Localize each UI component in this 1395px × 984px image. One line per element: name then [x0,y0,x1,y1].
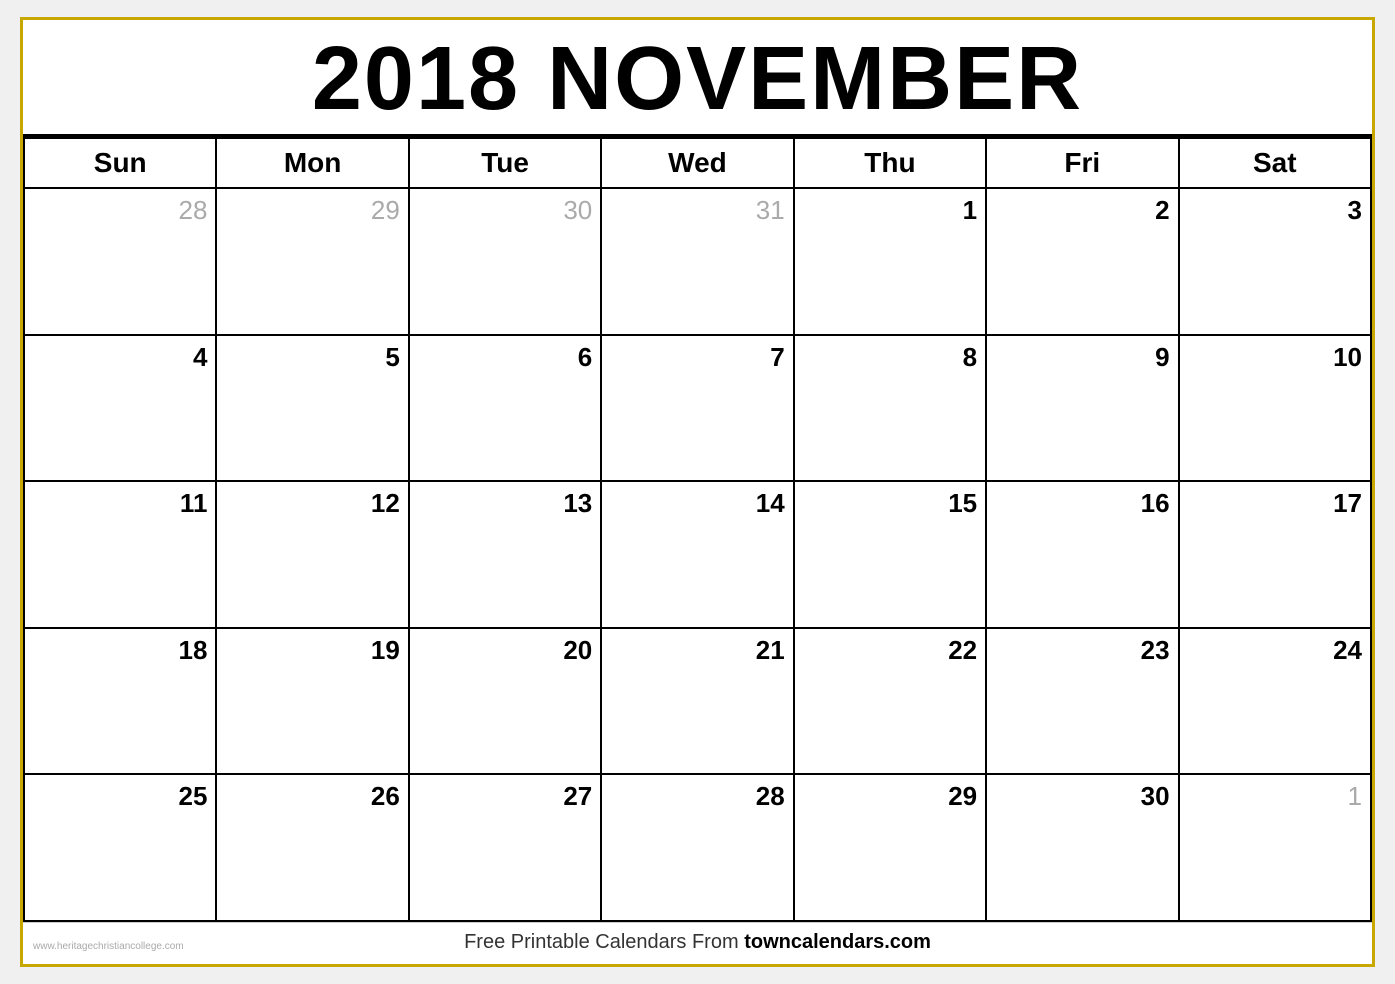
calendar-day: 18 [24,628,216,775]
calendar-day: 25 [24,774,216,921]
calendar-day: 5 [216,335,408,482]
calendar-week-3: 11121314151617 [24,481,1371,628]
calendar-day: 31 [601,188,793,335]
calendar-week-4: 18192021222324 [24,628,1371,775]
calendar-day: 27 [409,774,601,921]
calendar-day: 3 [1179,188,1371,335]
day-header-fri: Fri [986,138,1178,188]
day-header-mon: Mon [216,138,408,188]
calendar-day: 13 [409,481,601,628]
calendar-week-2: 45678910 [24,335,1371,482]
calendar-day: 8 [794,335,986,482]
calendar-day: 2 [986,188,1178,335]
calendar-day: 24 [1179,628,1371,775]
calendar-week-1: 28293031123 [24,188,1371,335]
calendar-day: 1 [794,188,986,335]
calendar-day: 29 [794,774,986,921]
calendar-day: 19 [216,628,408,775]
calendar-day: 30 [986,774,1178,921]
calendar-day: 26 [216,774,408,921]
calendar-day: 16 [986,481,1178,628]
calendar-day: 23 [986,628,1178,775]
day-header-wed: Wed [601,138,793,188]
day-header-sat: Sat [1179,138,1371,188]
footer-text: Free Printable Calendars From [464,931,744,953]
calendar-title: 2018 NOVEMBER [23,20,1372,137]
footer: Free Printable Calendars From towncalend… [23,922,1372,964]
calendar-day: 10 [1179,335,1371,482]
calendar-day: 7 [601,335,793,482]
calendar-day: 11 [24,481,216,628]
calendar-day: 15 [794,481,986,628]
calendar-day: 28 [601,774,793,921]
day-header-tue: Tue [409,138,601,188]
calendar-day: 4 [24,335,216,482]
watermark: www.heritagechristiancollege.com [33,941,184,952]
calendar-day: 30 [409,188,601,335]
calendar-day: 1 [1179,774,1371,921]
calendar-day: 22 [794,628,986,775]
calendar-day: 6 [409,335,601,482]
calendar-page: 2018 NOVEMBER SunMonTueWedThuFriSat 2829… [20,17,1375,967]
calendar-table: SunMonTueWedThuFriSat 282930311234567891… [23,137,1372,922]
day-header-sun: Sun [24,138,216,188]
calendar-week-5: 2526272829301 [24,774,1371,921]
calendar-day: 9 [986,335,1178,482]
calendar-day: 21 [601,628,793,775]
day-header-thu: Thu [794,138,986,188]
calendar-day: 14 [601,481,793,628]
calendar-day: 20 [409,628,601,775]
calendar-day: 12 [216,481,408,628]
calendar-day: 28 [24,188,216,335]
days-header-row: SunMonTueWedThuFriSat [24,138,1371,188]
calendar-day: 17 [1179,481,1371,628]
footer-brand: towncalendars.com [744,931,931,953]
calendar-day: 29 [216,188,408,335]
